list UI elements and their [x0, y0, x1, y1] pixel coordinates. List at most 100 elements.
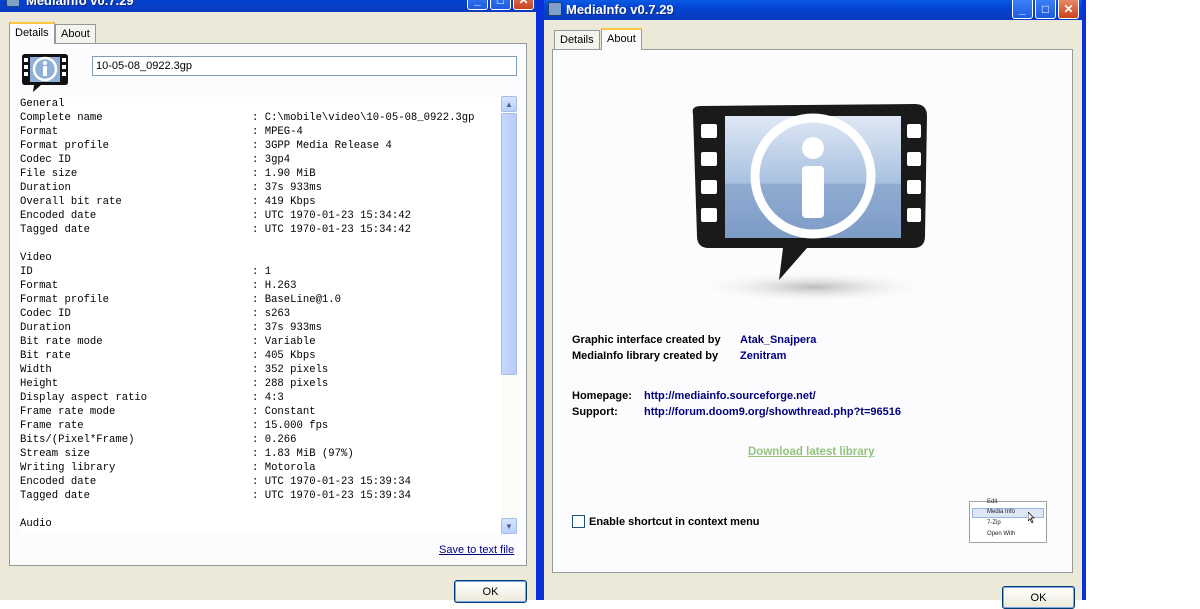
report-row: Bit rate mode : Variable	[20, 335, 502, 349]
report-key: Format	[20, 280, 59, 292]
maximize-button[interactable]: □	[1035, 0, 1056, 19]
tab-details-label: Details	[560, 34, 594, 46]
right-ok-label: OK	[1030, 591, 1047, 604]
report-row: Encoded date : UTC 1970-01-23 15:34:42	[20, 209, 502, 223]
tab-about[interactable]: About	[601, 28, 642, 50]
right-ok-button[interactable]: OK	[1002, 586, 1075, 609]
minimize-button[interactable]: _	[467, 0, 488, 10]
report-key: Encoded date	[20, 476, 97, 488]
report-value: : 419 Kbps	[252, 196, 316, 208]
scroll-thumb[interactable]	[501, 113, 517, 375]
report-value: : UTC 1970-01-23 15:34:42	[252, 210, 411, 222]
tab-about-label: About	[61, 28, 90, 40]
report-value: : 1.83 MiB (97%)	[252, 448, 354, 460]
report-value: : Motorola	[252, 462, 316, 474]
tab-details[interactable]: Details	[9, 22, 55, 44]
tab-about[interactable]: About	[55, 24, 96, 44]
report-value: : 3gp4	[252, 154, 291, 166]
report-value: : Variable	[252, 336, 316, 348]
report-key: Display aspect ratio	[20, 392, 148, 404]
report-key: Bit rate mode	[20, 336, 103, 348]
report-value: : Constant	[252, 406, 316, 418]
homepage-link[interactable]: http://mediainfo.sourceforge.net/	[644, 390, 816, 402]
chevron-up-icon: ▲	[505, 99, 513, 109]
right-window-title: MediaInfo v0.7.29	[566, 2, 674, 17]
support-label: Support:	[572, 406, 618, 418]
report-key: Encoded date	[20, 210, 97, 222]
mouse-cursor-icon	[1028, 512, 1035, 523]
left-title-bar[interactable]: MediaInfo v0.7.29 _ □ ✕	[0, 0, 536, 12]
about-panel: Graphic interface created by Atak_Snajpe…	[552, 49, 1073, 573]
report-text-area[interactable]: General Complete name: C:\mobile\video\10…	[20, 97, 502, 533]
report-row: Bit rate: 405 Kbps	[20, 349, 502, 363]
report-value: : C:\mobile\video\10-05-08_0922.3gp	[252, 112, 475, 124]
report-row: General	[20, 97, 502, 111]
filename-field[interactable]: 10-05-08_0922.3gp	[92, 56, 517, 76]
minimize-icon: _	[474, 0, 481, 7]
tab-about-label: About	[607, 33, 636, 45]
support-link[interactable]: http://forum.doom9.org/showthread.php?t=…	[644, 406, 901, 418]
report-value: : 37s 933ms	[252, 182, 322, 194]
lib-author: Zenitram	[740, 350, 787, 362]
scroll-down-button[interactable]: ▼	[501, 518, 517, 534]
report-row: Complete name: C:\mobile\video\10-05-08_…	[20, 111, 502, 125]
report-row: Tagged date : UTC 1970-01-23 15:34:42	[20, 223, 502, 237]
report-key: Overall bit rate	[20, 196, 122, 208]
report-value: : MPEG-4	[252, 126, 303, 138]
mediainfo-logo-icon	[692, 104, 934, 303]
download-latest-library-link[interactable]: Download latest library	[748, 446, 875, 458]
report-key: Tagged date	[20, 490, 90, 502]
report-key: Video	[20, 252, 52, 264]
report-key: Writing library	[20, 462, 116, 474]
report-key: Format profile	[20, 294, 110, 306]
report-value: : 4:3	[252, 392, 284, 404]
report-key: File size	[20, 168, 78, 180]
report-scrollbar[interactable]: ▲ ▼	[501, 96, 517, 534]
maximize-button[interactable]: □	[490, 0, 511, 10]
report-row: Writing library : Motorola	[20, 461, 502, 475]
report-row: Width: 352 pixels	[20, 363, 502, 377]
shortcut-label[interactable]: Enable shortcut in context menu	[589, 516, 760, 528]
close-button[interactable]: ✕	[513, 0, 534, 10]
minimize-button[interactable]: _	[1012, 0, 1033, 19]
report-key: Audio	[20, 518, 52, 530]
report-key: Frame rate	[20, 420, 84, 432]
report-row: Codec ID: s263	[20, 307, 502, 321]
report-row: Video	[20, 251, 502, 265]
report-key: Tagged date	[20, 224, 90, 236]
ctx-item-edit: Edit	[987, 499, 998, 505]
chevron-down-icon: ▼	[505, 521, 513, 531]
left-ok-label: OK	[482, 585, 499, 598]
report-value: : UTC 1970-01-23 15:39:34	[252, 476, 411, 488]
scroll-up-button[interactable]: ▲	[501, 96, 517, 112]
report-row: Format profile: BaseLine@1.0	[20, 293, 502, 307]
gui-credit-label: Graphic interface created by	[572, 334, 721, 346]
save-to-text-file-link[interactable]: Save to text file	[439, 544, 514, 556]
tab-details[interactable]: Details	[554, 30, 600, 50]
right-title-bar[interactable]: MediaInfo v0.7.29 _ □ ✕	[544, 0, 1082, 20]
report-row: Codec ID : 3gp4	[20, 153, 502, 167]
report-key: Duration	[20, 182, 71, 194]
report-value: : UTC 1970-01-23 15:34:42	[252, 224, 411, 236]
shortcut-checkbox[interactable]	[572, 515, 585, 528]
report-row: Display aspect ratio : 4:3	[20, 391, 502, 405]
report-row: Duration : 37s 933ms	[20, 181, 502, 195]
report-key: Codec ID	[20, 154, 71, 166]
report-key: Stream size	[20, 448, 90, 460]
app-icon	[6, 0, 20, 7]
right-mediainfo-window: MediaInfo v0.7.29 _ □ ✕ Details About Gr…	[540, 0, 1086, 609]
homepage-label: Homepage:	[572, 390, 632, 402]
close-icon: ✕	[518, 0, 528, 7]
close-button[interactable]: ✕	[1058, 0, 1079, 19]
report-value: : UTC 1970-01-23 15:39:34	[252, 490, 411, 502]
report-row: Audio	[20, 517, 502, 531]
report-row: Bits/(Pixel*Frame): 0.266	[20, 433, 502, 447]
tab-details-label: Details	[15, 27, 49, 39]
report-row: Encoded date : UTC 1970-01-23 15:39:34	[20, 475, 502, 489]
report-row: Height: 288 pixels	[20, 377, 502, 391]
ctx-item-openwith: Open With	[987, 531, 1016, 537]
report-value: : 405 Kbps	[252, 350, 316, 362]
report-value: : s263	[252, 308, 291, 320]
report-row	[20, 237, 502, 251]
ctx-item-mediainfo: Media Info	[987, 509, 1016, 515]
